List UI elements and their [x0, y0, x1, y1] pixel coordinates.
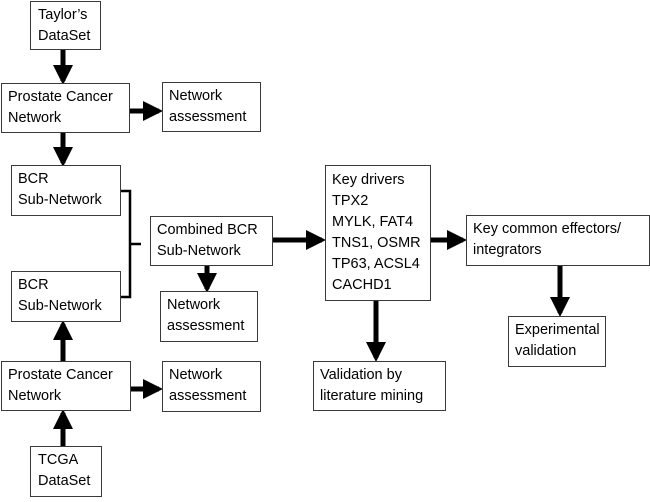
node-label-line: TCGA [38, 452, 79, 468]
node-label-line: Sub-Network [18, 192, 102, 208]
node-label-line: assessment [167, 318, 245, 334]
node-bcr-sub-network-bottom: BCR Sub-Network [11, 271, 121, 322]
node-label-line: BCR [18, 171, 49, 187]
node-label-line: Prostate Cancer [8, 89, 113, 105]
node-label-line: DataSet [38, 28, 91, 44]
node-network-assessment-top: Network assessment [162, 82, 261, 132]
node-experimental-validation: Experimental validation [508, 316, 606, 367]
node-label-line: Key common effectors/ [473, 221, 622, 237]
node-label-line: assessment [169, 109, 247, 125]
node-label-line: Experimental [515, 322, 600, 338]
node-label-line: literature mining [320, 388, 424, 404]
node-label-line: Network [8, 110, 62, 126]
node-label-line: integrators [473, 242, 542, 258]
node-label-line: Sub-Network [157, 243, 241, 259]
node-key-common-effectors: Key common effectors/integrators [466, 215, 650, 266]
node-label-line: Network [167, 297, 221, 313]
node-bcr-sub-network-top: BCR Sub-Network [11, 165, 121, 216]
node-label-line: Combined BCR [157, 222, 258, 238]
node-label-line: CACHD1 [332, 277, 392, 293]
node-label-line: TNS1, OSMR [332, 235, 421, 251]
node-label-line: DataSet [38, 473, 91, 489]
node-label-line: Network [169, 367, 223, 383]
node-label-line: TP63, ACSL4 [332, 256, 420, 272]
bracket-bcr-join [120, 189, 141, 299]
node-label-line: Key drivers [332, 172, 405, 188]
node-taylor-dataset: Taylor’s DataSet [30, 1, 101, 50]
node-label-line: assessment [169, 388, 247, 404]
node-network-assessment-bottom: Network assessment [162, 361, 261, 412]
node-validation-literature-mining: Validation by literature mining [313, 361, 446, 411]
node-label-line: Prostate Cancer [8, 367, 113, 383]
node-combined-bcr-sub-network: Combined BCR Sub-Network [150, 216, 273, 266]
node-prostate-cancer-network-bottom: Prostate Cancer Network [1, 361, 131, 411]
node-label-line: TPX2 [332, 193, 369, 209]
node-label-line: Network [169, 88, 223, 104]
node-key-drivers: Key drivers TPX2 MYLK, FAT4 TNS1, OSMR TP63,… [325, 165, 431, 301]
node-label-line: Validation by [320, 367, 402, 383]
node-label-line: Taylor’s [38, 7, 88, 23]
node-label-line: MYLK, FAT4 [332, 214, 414, 230]
node-tcga-dataset: TCGA DataSet [30, 446, 102, 497]
node-label-line: BCR [18, 277, 49, 293]
node-label-line: Sub-Network [18, 298, 102, 314]
node-prostate-cancer-network-top: Prostate Cancer Network [1, 83, 130, 133]
node-network-assessment-mid: Network assessment [160, 291, 258, 342]
node-label-line: Network [8, 388, 62, 404]
node-label-line: validation [515, 343, 577, 359]
